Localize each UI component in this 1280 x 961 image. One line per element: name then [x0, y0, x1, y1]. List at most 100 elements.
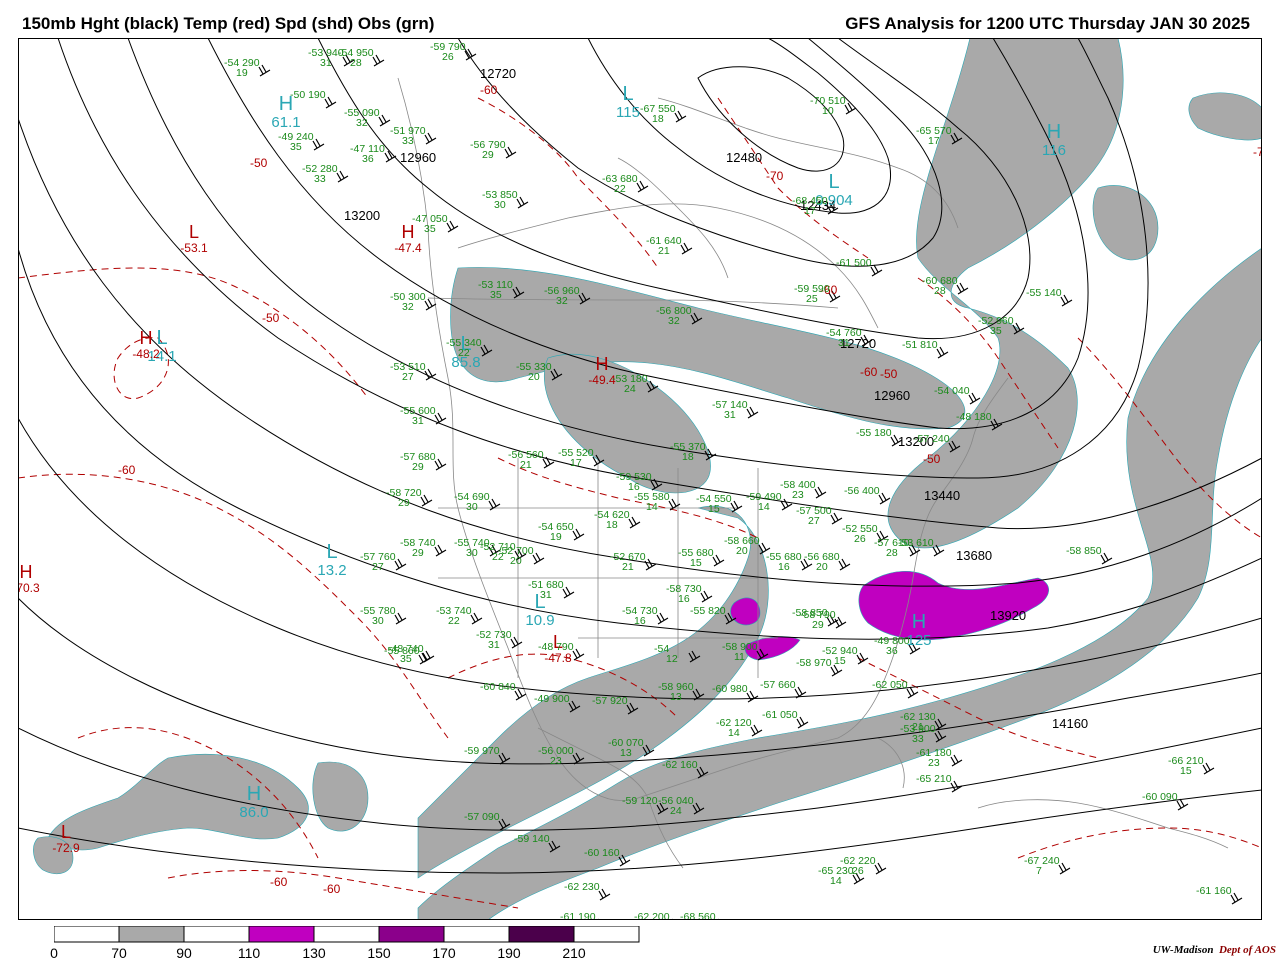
temp-center-letter: H: [20, 562, 33, 582]
obs-dewpoint: 15: [834, 655, 846, 667]
obs-dewpoint: 19: [236, 67, 248, 79]
speed-center-value: 116: [1042, 142, 1066, 159]
colorbar-bin-70: [118, 926, 185, 943]
obs-temp-height: -61 160: [1196, 885, 1232, 897]
speed-center-value: 10.9: [525, 612, 554, 629]
height-label: 14160: [1052, 716, 1088, 731]
obs-dewpoint: 22: [614, 183, 626, 195]
obs-dewpoint: 20: [510, 555, 522, 567]
colorbar-bin-210: [573, 926, 640, 943]
obs-dewpoint: 22: [448, 615, 460, 627]
obs-temp-height: -62 160: [662, 759, 698, 771]
obs-temp-height: -49 900: [534, 693, 570, 705]
obs-dewpoint: 15: [1180, 765, 1192, 777]
obs-dewpoint: 15: [690, 557, 702, 569]
temp-center-letter: L: [61, 822, 71, 842]
colorbar-bin-0: [54, 926, 120, 943]
temp-label: -50: [923, 452, 941, 466]
height-label: 12960: [874, 388, 910, 403]
height-label: 12960: [400, 150, 436, 165]
obs-temp-height: -62 050: [872, 679, 908, 691]
obs-dewpoint: 36: [886, 645, 898, 657]
obs-dewpoint: 30: [494, 199, 506, 211]
colorbar-tick-label: 150: [367, 945, 391, 961]
obs-dewpoint: 12: [666, 653, 678, 665]
colorbar-tick-label: 130: [302, 945, 326, 961]
obs-dewpoint: 26: [854, 533, 866, 545]
map-title-left: 150mb Hght (black) Temp (red) Spd (shd) …: [22, 14, 435, 33]
obs-dewpoint: 24: [624, 383, 636, 395]
obs-dewpoint: 28: [934, 285, 946, 297]
temp-center-letter: H: [402, 222, 415, 242]
obs-dewpoint: 27: [808, 515, 820, 527]
obs-dewpoint: 33: [402, 135, 414, 147]
speed-center-value: 115: [616, 104, 640, 121]
obs-temp-height: -68 560: [680, 911, 716, 920]
obs-dewpoint: 20: [816, 561, 828, 573]
credit-dept: Dept of AOS: [1218, 944, 1276, 956]
obs-dewpoint: 23: [928, 757, 940, 769]
temp-label: -60: [323, 882, 341, 896]
obs-dewpoint: 14: [728, 727, 740, 739]
colorbar-bin-190: [508, 926, 575, 943]
obs-temp-height: -67 240: [1024, 855, 1060, 867]
obs-dewpoint: 26: [852, 865, 864, 877]
temp-label: -70: [766, 169, 784, 183]
obs-dewpoint: 31: [540, 589, 552, 601]
obs-dewpoint: 16: [778, 561, 790, 573]
obs-temp-height: -61 050: [762, 709, 798, 721]
colorbar-bin-170: [443, 926, 510, 943]
obs-dewpoint: 21: [520, 459, 532, 471]
obs-temp-height: -58 970: [796, 657, 832, 669]
obs-dewpoint: 23: [550, 755, 562, 767]
obs-dewpoint: 35: [990, 325, 1002, 337]
speed-center-value: 61.1: [271, 114, 300, 131]
obs-temp-height: -62 230: [564, 881, 600, 893]
obs-dewpoint: 31: [320, 57, 332, 69]
speed-center-value: 13.2: [317, 562, 346, 579]
colorbar-bin-150: [378, 926, 445, 943]
obs-temp-height: -51 810: [902, 339, 938, 351]
obs-dewpoint: 27: [372, 561, 384, 573]
obs-dewpoint: 19: [550, 531, 562, 543]
obs-dewpoint: 36: [362, 153, 374, 165]
obs-dewpoint: 11: [734, 651, 745, 663]
obs-temp-height: -55 180: [856, 427, 892, 439]
obs-dewpoint: 33: [912, 733, 924, 745]
colorbar-bin-110: [248, 926, 315, 943]
obs-dewpoint: 20: [528, 371, 540, 383]
temp-label: -74: [1253, 145, 1262, 159]
obs-dewpoint: 31: [838, 337, 850, 349]
height-label: 12720: [480, 66, 516, 81]
obs-dewpoint: 7: [1036, 865, 1042, 877]
obs-temp-height: -59 120: [622, 795, 658, 807]
obs-temp-height: -60 160: [584, 847, 620, 859]
map-title-right: GFS Analysis for 1200 UTC Thursday JAN 3…: [845, 14, 1250, 33]
obs-dewpoint: 18: [682, 451, 694, 463]
obs-dewpoint: 23: [792, 489, 804, 501]
height-label: 12480: [726, 150, 762, 165]
obs-dewpoint: 29: [812, 619, 824, 631]
obs-dewpoint: 21: [658, 245, 670, 257]
temp-center-letter: H: [596, 354, 609, 374]
obs-temp-height: -60 090: [1142, 791, 1178, 803]
obs-dewpoint: 35: [424, 223, 436, 235]
obs-dewpoint: 16: [678, 593, 690, 605]
obs-dewpoint: 33: [314, 173, 326, 185]
temp-label: -60: [270, 875, 288, 889]
obs-dewpoint: 16: [634, 615, 646, 627]
obs-temp-height: -50 190: [290, 89, 326, 101]
obs-dewpoint: 31: [724, 409, 736, 421]
speed-colorbar: [54, 926, 640, 943]
obs-dewpoint: 14: [830, 875, 842, 887]
obs-dewpoint: 10: [822, 105, 834, 117]
colorbar-bin-90: [183, 926, 250, 943]
temp-center-value: -47.8: [544, 651, 572, 665]
temp-center-value: -72.9: [52, 841, 80, 855]
speed-center-letter: H: [1047, 121, 1061, 143]
obs-dewpoint: 18: [606, 519, 618, 531]
obs-temp-height: -57 240: [914, 433, 950, 445]
obs-dewpoint: 30: [372, 615, 384, 627]
obs-temp-height: -57 920: [592, 695, 628, 707]
obs-temp-height: -55 860: [384, 645, 420, 657]
